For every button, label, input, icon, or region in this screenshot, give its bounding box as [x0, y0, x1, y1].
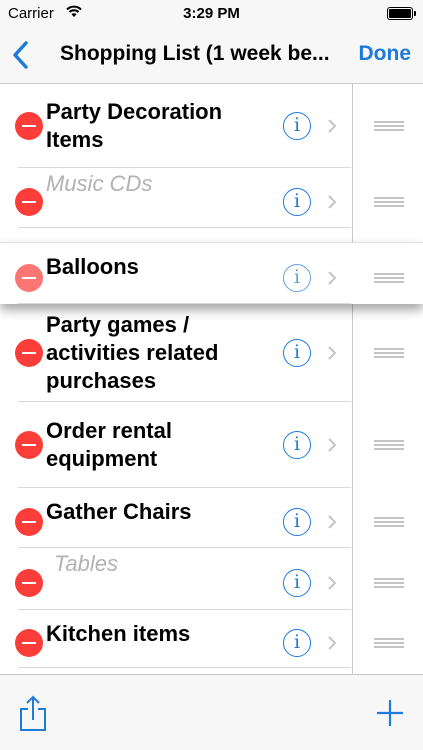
list-item[interactable]: Party Decoration Items i [0, 84, 423, 168]
delete-icon[interactable] [15, 112, 43, 140]
item-label: Music CDs [46, 170, 276, 198]
bottom-toolbar [0, 674, 423, 750]
delete-icon[interactable] [15, 629, 43, 657]
reorder-handle-icon[interactable] [374, 273, 404, 283]
list-item[interactable]: Tables i [0, 548, 423, 610]
reorder-handle-icon[interactable] [374, 638, 404, 648]
list-item[interactable]: Music CDs i [0, 168, 423, 228]
navigation-bar: Shopping List (1 week be... Done [0, 28, 423, 84]
reorder-handle-line [374, 352, 404, 354]
info-icon[interactable]: i [283, 569, 311, 597]
reorder-handle-line [374, 444, 404, 446]
item-label-line: Tables [54, 551, 119, 576]
item-label-line: Balloons [46, 254, 139, 279]
reorder-handle-line [374, 517, 404, 519]
reorder-handle-line [374, 525, 404, 527]
item-label: Tables [54, 550, 284, 578]
list-item[interactable]: Party games / activities related purchases… [0, 304, 423, 402]
shopping-list: Party Decoration Items i Music CDs i Balloons… [0, 84, 423, 674]
chevron-right-icon [328, 346, 337, 360]
reorder-handle-line [374, 646, 404, 648]
reorder-handle-icon[interactable] [374, 121, 404, 131]
item-label-line: Items [46, 127, 104, 152]
chevron-right-icon [328, 119, 337, 133]
item-label: Kitchen items [46, 620, 276, 648]
item-label-line: Order rental [46, 418, 172, 443]
delete-icon[interactable] [15, 431, 43, 459]
reorder-handle-icon[interactable] [374, 578, 404, 588]
info-icon[interactable]: i [283, 188, 311, 216]
reorder-handle-line [374, 277, 404, 279]
info-icon[interactable]: i [283, 508, 311, 536]
info-icon[interactable]: i [283, 112, 311, 140]
back-chevron-icon[interactable] [8, 38, 36, 72]
info-icon[interactable]: i [283, 264, 311, 292]
reorder-handle-line [374, 121, 404, 123]
chevron-right-icon [328, 195, 337, 209]
list-item[interactable]: Kitchen items i [0, 610, 423, 668]
battery-icon [387, 7, 416, 20]
reorder-handle-line [374, 642, 404, 644]
row-separator [18, 227, 351, 228]
reorder-handle-line [374, 281, 404, 283]
chevron-right-icon [328, 438, 337, 452]
reorder-handle-line [374, 205, 404, 207]
status-time: 3:29 PM [183, 5, 240, 22]
reorder-handle-icon[interactable] [374, 440, 404, 450]
share-icon[interactable] [18, 695, 48, 733]
item-label: Gather Chairs [46, 498, 276, 526]
reorder-handle-line [374, 521, 404, 523]
reorder-handle-line [374, 129, 404, 131]
reorder-handle-line [374, 440, 404, 442]
item-label-line: Kitchen items [46, 621, 191, 646]
list-item[interactable]: Order rental equipment i [0, 402, 423, 488]
delete-icon[interactable] [15, 188, 43, 216]
item-label-line: Party Decoration [46, 99, 223, 124]
item-label-line: Gather Chairs [46, 499, 192, 524]
reorder-handle-line [374, 586, 404, 588]
chevron-right-icon [328, 576, 337, 590]
reorder-handle-line [374, 125, 404, 127]
plus-icon[interactable] [376, 699, 404, 727]
reorder-handle-line [374, 197, 404, 199]
item-label: Balloons [46, 253, 276, 281]
reorder-handle-line [374, 201, 404, 203]
list-item[interactable]: Gather Chairs i [0, 488, 423, 548]
info-icon[interactable]: i [283, 629, 311, 657]
item-label-line: Party games / [46, 312, 190, 337]
page-title: Shopping List (1 week be... [60, 42, 330, 65]
reorder-handle-icon[interactable] [374, 348, 404, 358]
reorder-handle-line [374, 448, 404, 450]
reorder-handle-line [374, 356, 404, 358]
delete-icon[interactable] [15, 569, 43, 597]
item-label: Party games / activities related purchases [46, 311, 276, 395]
reorder-handle-line [374, 273, 404, 275]
reorder-handle-line [374, 578, 404, 580]
item-label-line: Music CDs [46, 171, 153, 196]
delete-icon[interactable] [15, 339, 43, 367]
reorder-handle-icon[interactable] [374, 517, 404, 527]
info-icon[interactable]: i [283, 431, 311, 459]
status-bar: Carrier 3:29 PM [0, 0, 423, 28]
list-item[interactable]: Balloons i [0, 242, 423, 304]
delete-icon[interactable] [15, 508, 43, 536]
info-icon[interactable]: i [283, 339, 311, 367]
chevron-right-icon [328, 271, 337, 285]
chevron-right-icon [328, 515, 337, 529]
chevron-right-icon [328, 636, 337, 650]
reorder-handle-icon[interactable] [374, 197, 404, 207]
row-separator [18, 303, 351, 304]
delete-icon[interactable] [15, 264, 43, 292]
done-button[interactable]: Done [359, 42, 412, 66]
item-label-line: equipment [46, 446, 158, 471]
reorder-handle-line [374, 582, 404, 584]
row-separator [18, 667, 351, 668]
reorder-handle-line [374, 638, 404, 640]
item-label-line: activities related [46, 340, 219, 365]
item-label: Order rental equipment [46, 417, 276, 473]
item-label: Party Decoration Items [46, 98, 276, 154]
reorder-handle-line [374, 348, 404, 350]
item-label-line: purchases [46, 368, 157, 393]
